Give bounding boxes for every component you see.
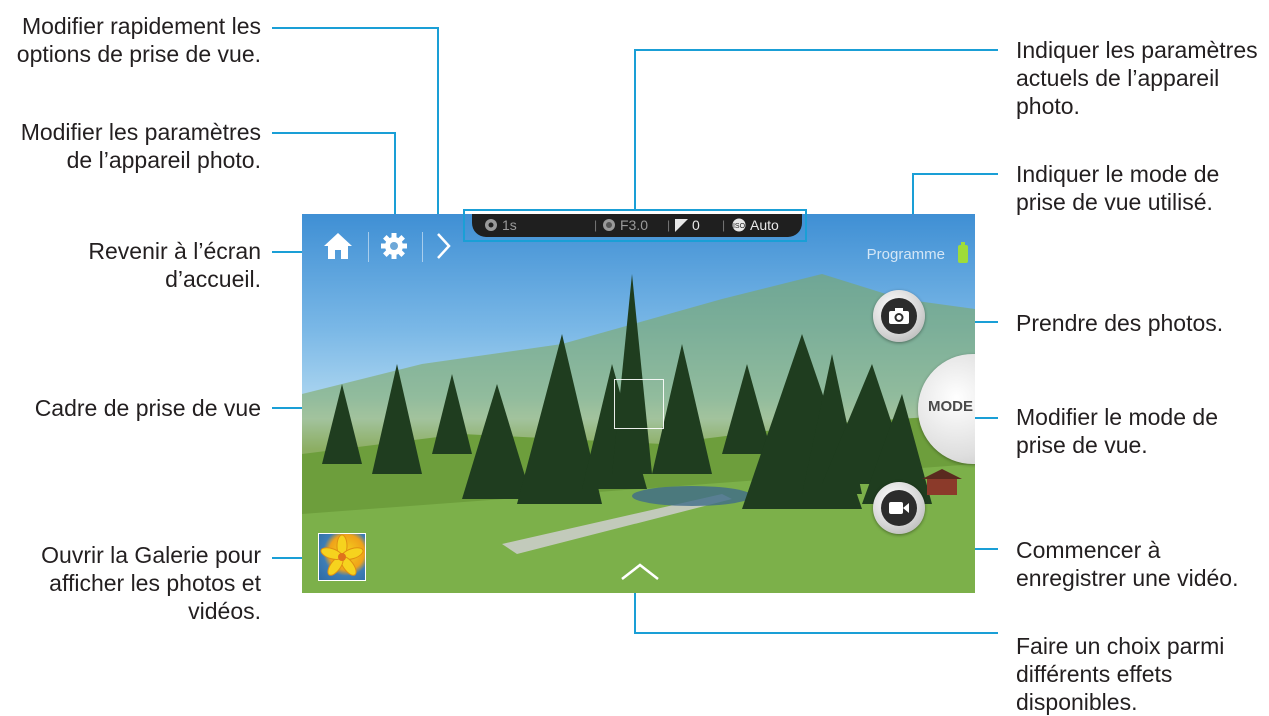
label-home: Revenir à l’écran d’accueil. xyxy=(88,238,261,292)
effects-button[interactable] xyxy=(620,561,660,586)
mode-button-label: MODE xyxy=(928,398,973,415)
callout-line xyxy=(634,49,636,209)
callout-line xyxy=(634,632,998,634)
callout-line xyxy=(634,590,636,634)
label-frame: Cadre de prise de vue xyxy=(34,395,261,421)
callout-line xyxy=(272,27,439,29)
label-gallery: Ouvrir la Galerie pour afficher les phot… xyxy=(41,542,261,624)
callout-line xyxy=(912,173,998,175)
label-effects: Faire un choix parmi différents effets d… xyxy=(1016,633,1225,715)
divider xyxy=(368,232,369,262)
label-quick-settings: Modifier rapidement les options de prise… xyxy=(16,13,261,67)
quick-settings-button[interactable] xyxy=(428,230,458,262)
label-current-settings: Indiquer les paramètres actuels de l’app… xyxy=(1016,37,1258,119)
label-change-mode: Modifier le mode de prise de vue. xyxy=(1016,404,1218,458)
chevron-right-icon xyxy=(437,233,451,259)
home-button[interactable] xyxy=(320,230,356,262)
camera-viewfinder[interactable]: 1s | F3.0 | 0 | ISO Auto Programme MODE xyxy=(302,214,975,593)
callout-line xyxy=(272,132,396,134)
home-icon xyxy=(324,233,352,259)
record-video-button[interactable] xyxy=(873,482,925,534)
take-photo-button[interactable] xyxy=(873,290,925,342)
divider xyxy=(422,232,423,262)
chevron-up-icon xyxy=(621,563,659,580)
shooting-mode-label: Programme xyxy=(866,246,945,263)
status-highlight-box xyxy=(463,209,807,242)
flower-icon xyxy=(320,534,364,576)
label-mode-in-use: Indiquer le mode de prise de vue utilisé… xyxy=(1016,161,1220,215)
gallery-thumbnail[interactable] xyxy=(318,533,366,581)
callout-line xyxy=(394,132,396,224)
camera-icon xyxy=(889,308,909,324)
callout-line xyxy=(634,49,998,51)
label-take-photo: Prendre des photos. xyxy=(1016,310,1224,336)
gear-icon xyxy=(381,233,407,259)
callout-line xyxy=(437,27,439,223)
label-record-video: Commencer à enregistrer une vidéo. xyxy=(1016,537,1239,591)
video-camera-icon xyxy=(889,502,909,514)
label-settings: Modifier les paramètres de l’appareil ph… xyxy=(20,119,261,173)
battery-icon xyxy=(958,242,968,263)
focus-frame xyxy=(614,379,664,429)
settings-button[interactable] xyxy=(376,230,412,262)
